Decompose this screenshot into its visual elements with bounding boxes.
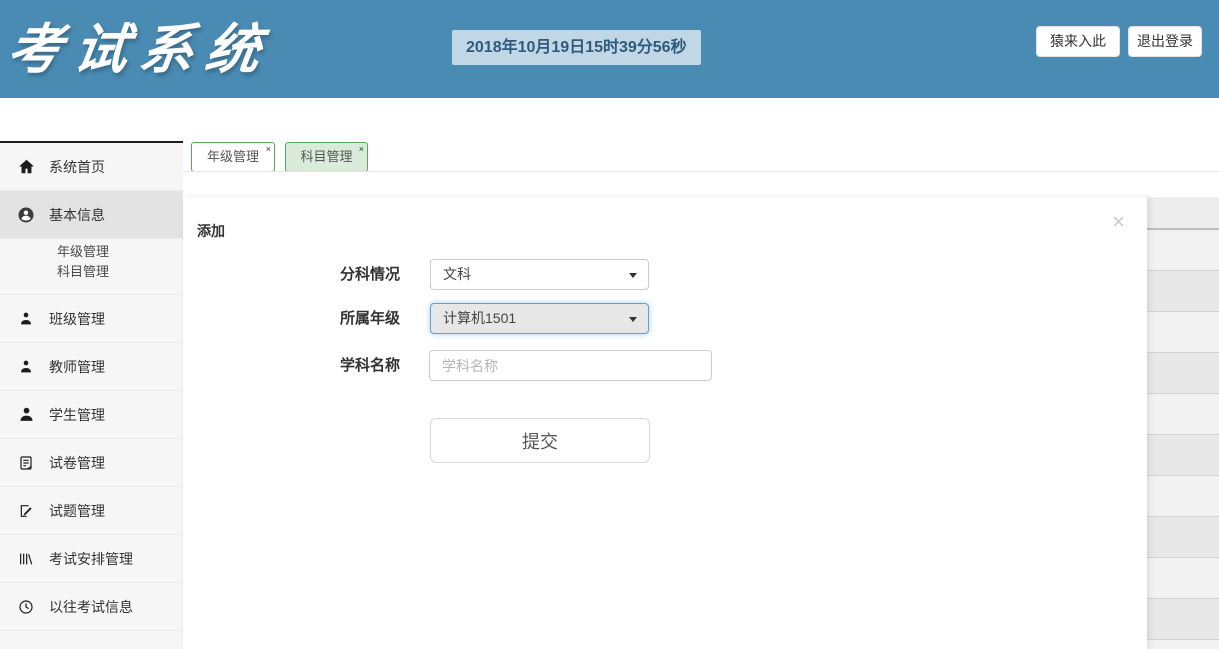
datetime-display: 2018年10月19日15时39分56秒 — [452, 30, 701, 65]
pencil-paper-icon — [15, 502, 37, 520]
exam-system-app: 考试系统 2018年10月19日15时39分56秒 猿来入此 退出登录 系统首页… — [0, 0, 1219, 649]
logout-button[interactable]: 退出登录 — [1128, 26, 1202, 57]
division-select-value: 文科 — [443, 266, 471, 282]
person-badge-icon — [15, 358, 37, 376]
sidebar-item-teacher-management[interactable]: 教师管理 — [0, 343, 183, 391]
subject-name-input[interactable] — [429, 350, 712, 381]
tab-label: 年级管理 — [207, 149, 259, 164]
sidebar-item-label: 以往考试信息 — [49, 597, 133, 617]
books-icon — [15, 550, 37, 568]
sidebar-item-label: 试卷管理 — [49, 453, 105, 473]
submit-button[interactable]: 提交 — [430, 418, 650, 463]
close-icon[interactable]: × — [1112, 211, 1125, 233]
sidebar-subitem-grade-management[interactable]: 年级管理 — [0, 242, 183, 262]
sidebar-item-label: 班级管理 — [49, 309, 105, 329]
sidebar-item-exam-paper-management[interactable]: 试卷管理 — [0, 439, 183, 487]
sidebar-item-basic-info[interactable]: 基本信息 — [0, 191, 183, 239]
sidebar: 系统首页 基本信息 年级管理 科目管理 班级管理 教师管理 — [0, 141, 183, 649]
grade-select-value: 计算机1501 — [443, 310, 516, 326]
sidebar-item-home[interactable]: 系统首页 — [0, 143, 183, 191]
yuan-lai-ru-ci-button[interactable]: 猿来入此 — [1036, 26, 1120, 57]
division-select[interactable]: 文科 — [430, 259, 649, 290]
document-icon — [15, 454, 37, 472]
tab-close-icon[interactable]: × — [266, 143, 271, 155]
sidebar-item-class-management[interactable]: 班级管理 — [0, 295, 183, 343]
app-header: 考试系统 2018年10月19日15时39分56秒 猿来入此 退出登录 — [0, 0, 1219, 98]
sidebar-item-label: 系统首页 — [49, 157, 105, 177]
person-badge-icon — [15, 310, 37, 328]
profile-circle-icon — [15, 206, 37, 224]
tab-label: 科目管理 — [300, 149, 352, 164]
sidebar-item-label: 学生管理 — [49, 405, 105, 425]
field-label-division: 分科情况 — [305, 259, 400, 290]
field-label-subject-name: 学科名称 — [305, 350, 400, 381]
tab-grade-management[interactable]: 年级管理 × — [191, 142, 275, 172]
field-label-grade: 所属年级 — [305, 303, 400, 334]
tabs-divider — [183, 171, 1219, 172]
chevron-down-icon — [629, 273, 637, 278]
tab-subject-management[interactable]: 科目管理 × — [285, 142, 368, 172]
home-icon — [15, 158, 37, 176]
sidebar-item-label: 教师管理 — [49, 357, 105, 377]
sidebar-item-student-management[interactable]: 学生管理 — [0, 391, 183, 439]
person-icon — [15, 406, 37, 424]
sidebar-item-label: 试题管理 — [49, 501, 105, 521]
sidebar-subitem-subject-management[interactable]: 科目管理 — [0, 262, 183, 282]
sidebar-item-label: 基本信息 — [49, 205, 105, 225]
sidebar-item-label: 考试安排管理 — [49, 549, 133, 569]
chevron-down-icon — [629, 317, 637, 322]
tab-close-icon[interactable]: × — [359, 143, 364, 155]
sidebar-submenu: 年级管理 科目管理 — [0, 239, 183, 295]
panel-title: 添加 — [197, 221, 225, 241]
add-subject-panel: 添加 × 分科情况 文科 所属年级 计算机1501 学科名称 提交 — [183, 197, 1147, 649]
clock-icon — [15, 598, 37, 616]
grade-select[interactable]: 计算机1501 — [430, 303, 649, 334]
sidebar-item-question-management[interactable]: 试题管理 — [0, 487, 183, 535]
sidebar-item-exam-schedule-management[interactable]: 考试安排管理 — [0, 535, 183, 583]
app-logo: 考试系统 — [2, 4, 335, 94]
sidebar-item-past-exam-info[interactable]: 以往考试信息 — [0, 583, 183, 631]
